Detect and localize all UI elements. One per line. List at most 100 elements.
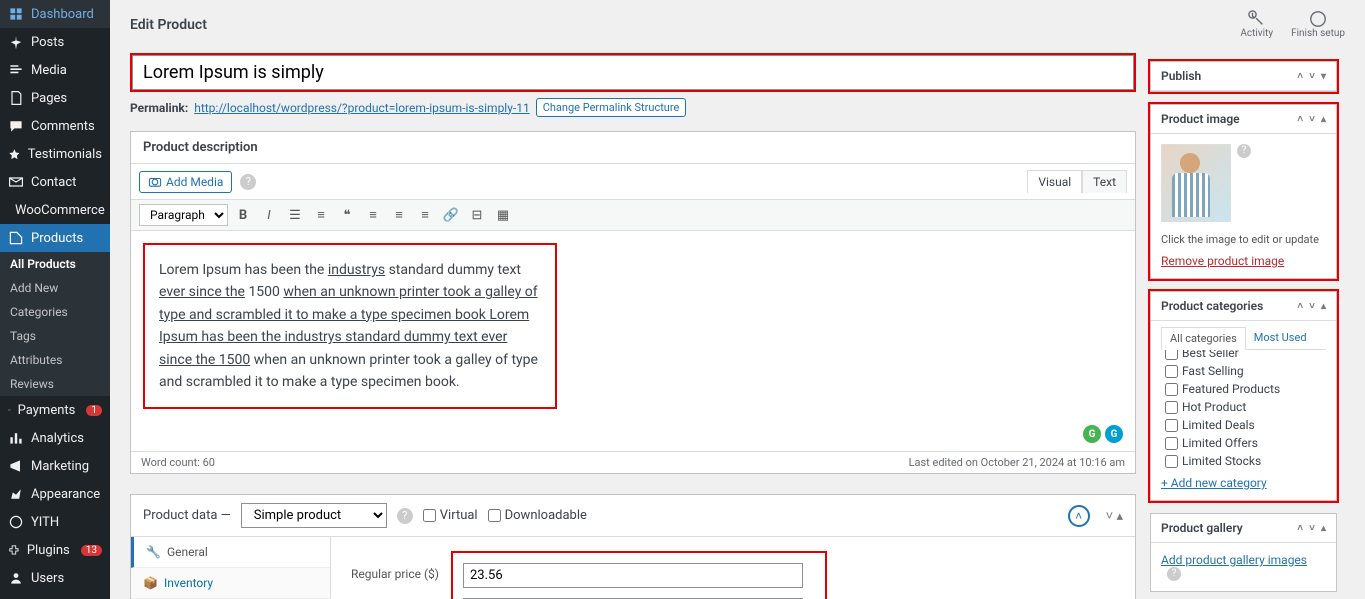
toolbar-toggle-button[interactable]: ▦ — [492, 204, 514, 226]
sidebar-tools[interactable]: Tools — [0, 592, 110, 599]
product-data-label: Product data — — [143, 508, 231, 523]
quote-button[interactable]: ❝ — [336, 204, 358, 226]
italic-button[interactable]: I — [258, 204, 280, 226]
category-list[interactable]: Best SellerFast SellingFeatured Products… — [1161, 350, 1326, 470]
sub-tags[interactable]: Tags — [0, 324, 110, 348]
downloadable-checkbox[interactable]: Downloadable — [488, 508, 587, 523]
sidebar-marketing[interactable]: Marketing — [0, 452, 110, 480]
product-type-select[interactable]: Simple product — [241, 503, 387, 528]
last-edited: Last edited on October 21, 2024 at 10:16… — [909, 456, 1125, 469]
category-item[interactable]: Fast Selling — [1161, 362, 1326, 380]
sidebar-label: WooCommerce — [15, 203, 105, 218]
pd-tab-general[interactable]: 🔧General — [131, 537, 330, 568]
finish-setup-button[interactable]: Finish setup — [1291, 10, 1345, 39]
sub-attributes[interactable]: Attributes — [0, 348, 110, 372]
help-icon[interactable]: ? — [397, 508, 413, 524]
cat-tab-all[interactable]: All categories — [1161, 327, 1246, 350]
tab-text[interactable]: Text — [1082, 170, 1127, 193]
sidebar-label: Testimonials — [28, 147, 102, 162]
regular-price-input[interactable] — [463, 563, 803, 588]
collapse-toggle[interactable]: ˄ — [1068, 505, 1090, 527]
sidebar-media[interactable]: Media — [0, 56, 110, 84]
sidebar-testimonials[interactable]: Testimonials — [0, 140, 110, 168]
sidebar-yith[interactable]: YITH — [0, 508, 110, 536]
camera-icon — [148, 175, 162, 189]
sort-icon[interactable]: ▾ — [1321, 71, 1326, 82]
pd-tab-inventory[interactable]: 📦Inventory — [131, 568, 330, 599]
chevron-up-icon[interactable]: ˄ — [1297, 301, 1303, 312]
activity-button[interactable]: Activity — [1240, 10, 1273, 39]
chevron-down-icon[interactable]: ˅ — [1106, 509, 1114, 524]
chevron-down-icon[interactable]: ˅ — [1309, 114, 1315, 125]
sub-add-new[interactable]: Add New — [0, 276, 110, 300]
sub-reviews[interactable]: Reviews — [0, 372, 110, 396]
sidebar-contact[interactable]: Contact — [0, 168, 110, 196]
sub-all-products[interactable]: All Products — [0, 252, 110, 276]
sidebar-posts[interactable]: Posts — [0, 28, 110, 56]
align-right-button[interactable]: ≡ — [414, 204, 436, 226]
help-icon[interactable]: ? — [1237, 144, 1251, 158]
sidebar-woocommerce[interactable]: WooCommerce — [0, 196, 110, 224]
sort-icon[interactable]: ▴ — [1321, 301, 1326, 312]
sidebar-comments[interactable]: Comments — [0, 112, 110, 140]
align-center-button[interactable]: ≡ — [388, 204, 410, 226]
chevron-up-icon[interactable]: ˄ — [1297, 71, 1303, 82]
publish-head[interactable]: Publish˄˅▾ — [1151, 62, 1336, 91]
format-select[interactable]: Paragraph — [139, 204, 228, 226]
chevron-up-icon[interactable]: ˄ — [1297, 523, 1303, 534]
sidebar-products[interactable]: Products — [0, 224, 110, 252]
sidebar-dashboard[interactable]: Dashboard — [0, 0, 110, 28]
sidebar-users[interactable]: Users — [0, 564, 110, 592]
category-item[interactable]: Limited Offers — [1161, 434, 1326, 452]
help-icon[interactable]: ? — [240, 174, 256, 190]
sort-icon[interactable]: ▴ — [1321, 114, 1326, 125]
category-item[interactable]: Limited Deals — [1161, 416, 1326, 434]
add-gallery-link[interactable]: Add product gallery images — [1161, 553, 1307, 567]
activity-label: Activity — [1240, 28, 1273, 39]
chevron-down-icon[interactable]: ˅ — [1309, 301, 1315, 312]
categories-head[interactable]: Product categories˄˅▴ — [1151, 292, 1336, 321]
ai-assist-icon[interactable]: G — [1105, 425, 1123, 443]
box-handles: ˅ ▴ — [1106, 508, 1123, 524]
pin-icon — [8, 34, 24, 50]
gallery-head[interactable]: Product gallery˄˅▴ — [1151, 514, 1336, 543]
virtual-checkbox[interactable]: Virtual — [423, 508, 478, 523]
add-media-button[interactable]: Add Media — [139, 171, 232, 193]
sidebar-plugins[interactable]: Plugins13 — [0, 536, 110, 564]
cat-tab-used[interactable]: Most Used — [1246, 327, 1315, 349]
sidebar-pages[interactable]: Pages — [0, 84, 110, 112]
category-item[interactable]: Featured Products — [1161, 380, 1326, 398]
category-item[interactable]: Hot Product — [1161, 398, 1326, 416]
category-item[interactable]: Limited Stocks — [1161, 452, 1326, 470]
editor-content[interactable]: Lorem Ipsum has been the industrys stand… — [131, 231, 1135, 451]
permalink-row: Permalink: http://localhost/wordpress/?p… — [130, 98, 1136, 117]
permalink-url[interactable]: http://localhost/wordpress/?product=lore… — [194, 101, 530, 115]
link-button[interactable]: 🔗 — [440, 204, 462, 226]
sort-handle-icon[interactable]: ▴ — [1116, 509, 1123, 524]
product-title-input[interactable] — [132, 55, 1134, 90]
sidebar-appearance[interactable]: Appearance — [0, 480, 110, 508]
tab-visual[interactable]: Visual — [1027, 170, 1082, 193]
chevron-down-icon[interactable]: ˅ — [1309, 71, 1315, 82]
sidebar-analytics[interactable]: Analytics — [0, 424, 110, 452]
grammarly-icon[interactable]: G — [1083, 425, 1101, 443]
bullet-list-button[interactable]: ☰ — [284, 204, 306, 226]
product-image-thumbnail[interactable] — [1161, 144, 1231, 222]
bold-button[interactable]: B — [232, 204, 254, 226]
chevron-up-icon[interactable]: ˄ — [1297, 114, 1303, 125]
category-item[interactable]: Best Seller — [1161, 350, 1326, 362]
sub-categories[interactable]: Categories — [0, 300, 110, 324]
sidebar-payments[interactable]: Payments1 — [0, 396, 110, 424]
sort-icon[interactable]: ▴ — [1321, 523, 1326, 534]
star-icon — [8, 146, 21, 162]
help-icon[interactable]: ? — [1167, 567, 1181, 581]
change-permalink-button[interactable]: Change Permalink Structure — [536, 98, 687, 117]
chevron-down-icon[interactable]: ˅ — [1309, 523, 1315, 534]
readmore-button[interactable]: ⊟ — [466, 204, 488, 226]
add-category-link[interactable]: + Add new category — [1161, 476, 1326, 490]
number-list-button[interactable]: ≡ — [310, 204, 332, 226]
remove-image-link[interactable]: Remove product image — [1161, 254, 1326, 268]
align-left-button[interactable]: ≡ — [362, 204, 384, 226]
product-image-head[interactable]: Product image˄˅▴ — [1151, 105, 1336, 134]
editor-footer: Word count: 60 Last edited on October 21… — [131, 451, 1135, 473]
